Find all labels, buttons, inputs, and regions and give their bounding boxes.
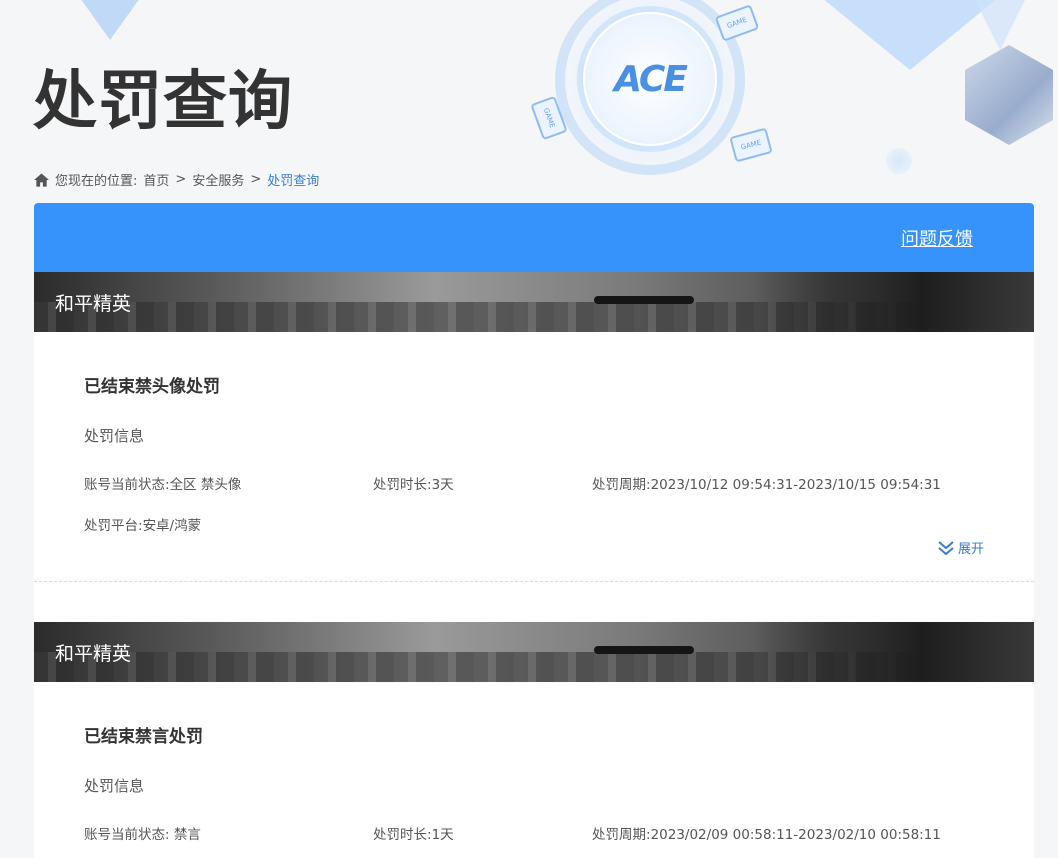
platform-label: 处罚平台: bbox=[84, 518, 143, 534]
home-icon bbox=[34, 172, 49, 187]
penalty-record: 已结束禁头像处罚 处罚信息 账号当前状态:全区 禁头像 处罚时长:3天 处罚周期… bbox=[34, 332, 1034, 581]
penalty-record: 已结束禁言处罚 处罚信息 账号当前状态: 禁言 处罚时长:1天 处罚周期:202… bbox=[34, 682, 1034, 844]
duration-value: 3天 bbox=[431, 477, 454, 493]
expand-label: 展开 bbox=[957, 542, 984, 557]
period-value: 2023/10/12 09:54:31-2023/10/15 09:54:31 bbox=[650, 477, 941, 493]
penalty-period: 处罚周期:2023/10/12 09:54:31-2023/10/15 09:5… bbox=[592, 473, 941, 493]
breadcrumb-current[interactable]: 处罚查询 bbox=[267, 170, 319, 189]
penalty-duration: 处罚时长:1天 bbox=[373, 823, 592, 843]
record-title: 已结束禁头像处罚 bbox=[84, 377, 220, 397]
penalty-duration: 处罚时长:3天 bbox=[373, 473, 592, 493]
decor-triangle bbox=[960, 0, 1040, 50]
breadcrumb-separator: > bbox=[250, 172, 262, 187]
game-name: 和平精英 bbox=[55, 293, 132, 315]
section-label: 处罚信息 bbox=[84, 777, 145, 795]
duration-label: 处罚时长: bbox=[373, 827, 432, 843]
banner-rifle bbox=[594, 296, 694, 304]
game-banner: 和平精英 bbox=[34, 272, 1034, 332]
double-chevron-down-icon bbox=[938, 540, 954, 555]
period-value: 2023/02/09 00:58:11-2023/02/10 00:58:11 bbox=[650, 827, 941, 843]
feedback-link[interactable]: 问题反馈 bbox=[901, 225, 973, 251]
game-banner: 和平精英 bbox=[34, 622, 1034, 682]
period-label: 处罚周期: bbox=[592, 477, 651, 493]
game-card-icon: GAME bbox=[714, 4, 760, 42]
record-info-row: 账号当前状态:全区 禁头像 处罚时长:3天 处罚周期:2023/10/12 09… bbox=[84, 472, 984, 494]
record-info-row: 账号当前状态: 禁言 处罚时长:1天 处罚周期:2023/02/09 00:58… bbox=[84, 822, 984, 844]
penalty-period: 处罚周期:2023/02/09 00:58:11-2023/02/10 00:5… bbox=[592, 823, 941, 843]
breadcrumb: 您现在的位置: 首页 > 安全服务 > 处罚查询 bbox=[34, 170, 319, 189]
penalty-panel: 问题反馈 和平精英 已结束禁头像处罚 处罚信息 账号当前状态:全区 禁头像 处罚… bbox=[34, 203, 1034, 858]
banner-rifle bbox=[594, 646, 694, 654]
banner-character bbox=[754, 272, 1034, 332]
breadcrumb-prefix: 您现在的位置: bbox=[55, 174, 138, 189]
breadcrumb-home[interactable]: 首页 bbox=[143, 170, 169, 189]
decor-bubble bbox=[886, 148, 912, 174]
status-label: 账号当前状态: bbox=[84, 827, 170, 843]
expand-button[interactable]: 展开 bbox=[938, 538, 984, 557]
account-status: 账号当前状态: 禁言 bbox=[84, 823, 373, 843]
game-card-icon: GAME bbox=[729, 127, 773, 163]
banner-character bbox=[754, 622, 1034, 682]
duration-label: 处罚时长: bbox=[373, 477, 432, 493]
period-label: 处罚周期: bbox=[592, 827, 651, 843]
breadcrumb-separator: > bbox=[175, 172, 187, 187]
status-value: 禁言 bbox=[173, 827, 201, 843]
page-title: 处罚查询 bbox=[33, 65, 293, 139]
record-info-row: 处罚平台:安卓/鸿蒙 bbox=[84, 513, 984, 535]
status-label: 账号当前状态: bbox=[84, 477, 170, 493]
duration-value: 1天 bbox=[431, 827, 454, 843]
panel-header: 问题反馈 bbox=[34, 203, 1034, 272]
account-status: 账号当前状态:全区 禁头像 bbox=[84, 473, 373, 493]
section-label: 处罚信息 bbox=[84, 427, 145, 445]
ace-logo-text: ACE bbox=[614, 58, 688, 100]
ace-logo: ACE bbox=[583, 12, 717, 146]
platform-value: 安卓/鸿蒙 bbox=[142, 518, 202, 534]
game-name: 和平精英 bbox=[55, 643, 132, 665]
record-title: 已结束禁言处罚 bbox=[84, 727, 203, 747]
penalty-platform: 处罚平台:安卓/鸿蒙 bbox=[84, 514, 201, 534]
status-value: 全区 禁头像 bbox=[169, 477, 242, 493]
breadcrumb-security[interactable]: 安全服务 bbox=[192, 170, 244, 189]
decor-triangle bbox=[60, 0, 160, 40]
